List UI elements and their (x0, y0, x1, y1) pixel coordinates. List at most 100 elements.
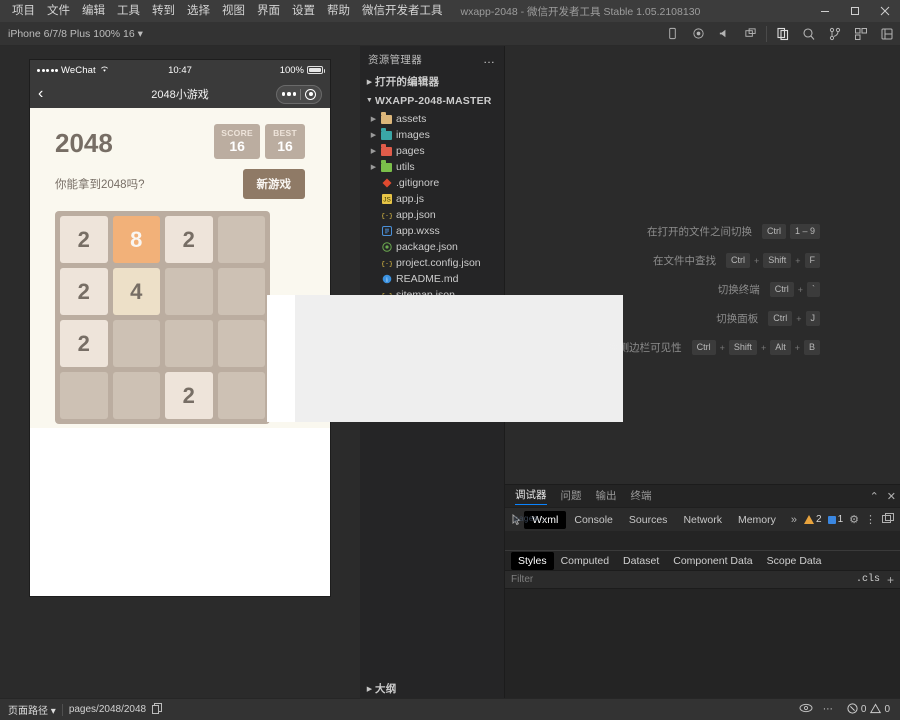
tree-item-pages[interactable]: ▶ pages (360, 143, 504, 159)
tab-console[interactable]: Console (566, 511, 621, 529)
tree-item-assets[interactable]: ▶ assets (360, 111, 504, 127)
tab-debugger[interactable]: 调试器 (515, 487, 547, 505)
menu-item-devtools[interactable]: 微信开发者工具 (356, 2, 449, 20)
tree-item-images[interactable]: ▶ images (360, 127, 504, 143)
more-tabs-icon[interactable]: » (784, 514, 804, 526)
maximize-icon[interactable] (840, 0, 870, 22)
cls-toggle[interactable]: .cls (856, 574, 880, 585)
clock-label: 10:47 (168, 65, 192, 76)
menu-item-view[interactable]: 视图 (216, 2, 251, 20)
clone-window-icon[interactable] (737, 22, 763, 46)
shortcut-label: 切换终端 (718, 282, 760, 297)
grid-cell (218, 216, 266, 263)
explorer-section-open-editors[interactable]: ▶ 打开的编辑器 (360, 72, 504, 91)
tree-item-app-js[interactable]: JS app.js (360, 191, 504, 207)
grid-cell: 2 (60, 268, 108, 315)
menu-item-select[interactable]: 选择 (181, 2, 216, 20)
new-game-button[interactable]: 新游戏 (243, 169, 306, 199)
menu-item-file[interactable]: 文件 (41, 2, 76, 20)
info-badge[interactable]: 1 (828, 514, 844, 525)
menu-item-tools[interactable]: 工具 (111, 2, 146, 20)
tab-terminal[interactable]: 终端 (631, 488, 652, 505)
more-icon[interactable]: ⋯ (823, 704, 833, 715)
add-rule-icon[interactable]: + (887, 573, 894, 587)
explorer-icon[interactable] (770, 22, 796, 46)
tab-output[interactable]: 输出 (596, 488, 617, 505)
explorer-more-icon[interactable]: … (483, 52, 496, 66)
score-value: 16 (221, 138, 253, 154)
close-icon[interactable] (870, 0, 900, 22)
simulator-icon[interactable] (659, 22, 685, 46)
key-cap: Ctrl (770, 282, 794, 297)
shortcuts-list: 在打开的文件之间切换 Ctrl 1 – 9 在文件中查找 Ctrl + Shif… (598, 224, 820, 369)
tab-problems[interactable]: 问题 (561, 488, 582, 505)
subtab-component-data[interactable]: Component Data (666, 552, 759, 570)
warning-badge[interactable]: 2 (804, 514, 822, 525)
source-control-icon[interactable] (822, 22, 848, 46)
gear-icon[interactable]: ⚙ (849, 513, 859, 526)
copy-icon[interactable] (152, 703, 162, 717)
tree-item-app-json[interactable]: {·} app.json (360, 207, 504, 223)
menu-item-interface[interactable]: 界面 (251, 2, 286, 20)
info-square-icon (828, 516, 836, 524)
record-icon[interactable] (685, 22, 711, 46)
eye-icon[interactable] (799, 703, 813, 716)
minimize-icon[interactable] (810, 0, 840, 22)
chevron-right-icon[interactable]: ▶ (368, 131, 379, 139)
shortcut-label: 在打开的文件之间切换 (647, 224, 752, 239)
tree-item-readme-md[interactable]: i README.md (360, 271, 504, 287)
chevron-right-icon[interactable]: ▶ (368, 147, 379, 155)
filter-input[interactable]: Filter (511, 574, 856, 585)
subtab-styles[interactable]: Styles (511, 552, 554, 570)
chevron-right-icon[interactable]: ▶ (368, 163, 379, 171)
menu-item-edit[interactable]: 编辑 (76, 2, 111, 20)
subtab-scope-data[interactable]: Scope Data (760, 552, 829, 570)
page-path-selector[interactable]: 页面路径 ▾ (8, 702, 56, 717)
json-icon: {·} (379, 210, 394, 220)
devtools-panel-tabs: 调试器 问题 输出 终端 ⌃ ✕ (505, 485, 900, 507)
tab-memory[interactable]: Memory (730, 511, 784, 529)
more-vertical-icon[interactable]: ⋮ (865, 513, 876, 526)
target-icon[interactable] (305, 89, 316, 100)
tree-item-gitignore[interactable]: .gitignore (360, 175, 504, 191)
tree-item-package-json[interactable]: package.json (360, 239, 504, 255)
chevron-up-icon[interactable]: ⌃ (870, 490, 879, 503)
tree-item-sitemap-json[interactable]: {·} sitemap.json (360, 287, 504, 303)
explorer-section-outline[interactable]: ▶ 大纲 (360, 679, 505, 698)
tree-item-utils[interactable]: ▶ utils (360, 159, 504, 175)
extensions-icon[interactable] (848, 22, 874, 46)
wechat-capsule[interactable] (276, 85, 323, 104)
shortcut-row: 在文件中查找 Ctrl + Shift + F (598, 253, 820, 268)
more-dots-icon[interactable] (282, 92, 297, 96)
subtab-dataset[interactable]: Dataset (616, 552, 666, 570)
subtab-computed[interactable]: Computed (554, 552, 616, 570)
search-icon[interactable] (796, 22, 822, 46)
tree-item-label: app.js (394, 193, 424, 205)
problems-summary[interactable]: 0 0 (833, 703, 900, 717)
back-icon[interactable]: ‹ (38, 86, 56, 102)
chevron-right-icon[interactable]: ▶ (368, 115, 379, 123)
menu-item-project[interactable]: 项目 (6, 2, 41, 20)
menu-item-settings[interactable]: 设置 (286, 2, 321, 20)
tree-item-label: pages (394, 145, 425, 157)
plus-separator: + (796, 314, 801, 324)
key-cap: Ctrl (762, 224, 786, 239)
debug-icon[interactable] (874, 22, 900, 46)
phone-nav-bar: ‹ 2048小游戏 (30, 80, 330, 108)
close-icon[interactable]: ✕ (887, 490, 896, 503)
folder-icon (379, 115, 394, 124)
game-grid[interactable]: 2 8 2 2 4 2 2 (55, 211, 270, 424)
menu-item-help[interactable]: 帮助 (321, 2, 356, 20)
dock-icon[interactable] (882, 513, 894, 527)
device-selector[interactable]: iPhone 6/7/8 Plus 100% 16 ▾ (0, 28, 143, 40)
menu-item-goto[interactable]: 转到 (146, 2, 181, 20)
explorer-section-project[interactable]: ▼ WXAPP-2048-MASTER (360, 91, 504, 110)
status-bar-left: WeChat (37, 65, 168, 76)
tab-network[interactable]: Network (675, 511, 730, 529)
tree-item-project-config-json[interactable]: {·} project.config.json (360, 255, 504, 271)
audio-icon[interactable] (711, 22, 737, 46)
grid-cell: 2 (165, 372, 213, 419)
tab-sources[interactable]: Sources (621, 511, 676, 529)
tree-item-app-wxss[interactable]: app.wxss (360, 223, 504, 239)
plus-separator: + (795, 256, 800, 266)
